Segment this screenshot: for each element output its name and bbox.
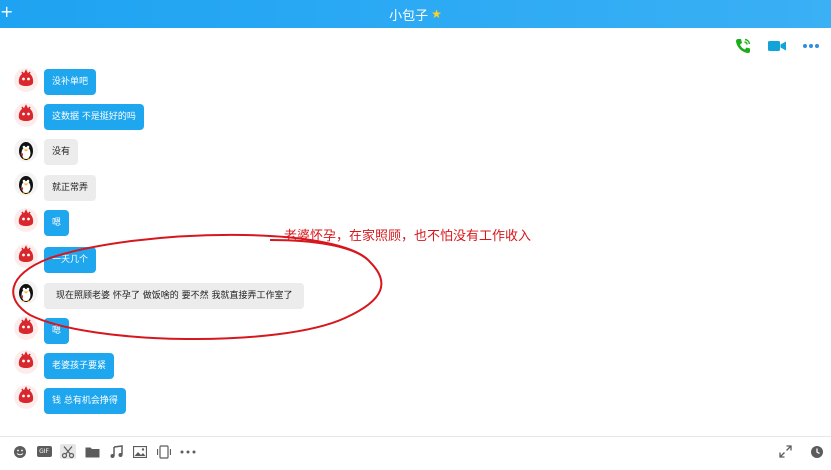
more-horizontal-icon[interactable]	[180, 444, 196, 459]
red-character-avatar[interactable]	[14, 244, 38, 268]
input-toolbar: GIF	[0, 436, 831, 465]
title-bar: + 小包子 ★	[0, 0, 831, 28]
penguin-avatar[interactable]	[14, 280, 38, 304]
message-bubble[interactable]: 现在照顾老婆 怀孕了 做饭啥的 要不然 我就直接弄工作室了	[44, 283, 305, 309]
more-dots-icon[interactable]	[801, 37, 821, 55]
toolbar-right	[777, 444, 825, 459]
message-bubble[interactable]: 这数据 不是挺好的吗	[44, 104, 144, 130]
message-bubble[interactable]: 老婆孩子要紧	[44, 353, 115, 379]
folder-icon[interactable]	[84, 444, 100, 459]
red-character-avatar[interactable]	[14, 208, 38, 232]
image-icon[interactable]	[132, 444, 148, 459]
emoji-icon[interactable]	[12, 444, 28, 459]
red-character-avatar[interactable]	[14, 350, 38, 374]
video-camera-icon[interactable]	[767, 37, 787, 55]
message-bubble[interactable]: 一天几个	[44, 247, 97, 273]
music-icon[interactable]	[108, 444, 124, 459]
message-list: 没补单吧 这数据 不是挺好的吗 没有 就正常弄 嗯 一天几个 现在照顾老婆 怀孕…	[0, 60, 831, 432]
message-bubble[interactable]: 就正常弄	[44, 175, 97, 201]
gif-icon[interactable]: GIF	[36, 444, 52, 459]
red-character-avatar[interactable]	[14, 103, 38, 127]
expand-icon[interactable]	[777, 444, 793, 459]
star-icon: ★	[431, 7, 442, 21]
gif-label: GIF	[36, 446, 52, 457]
red-character-avatar[interactable]	[14, 68, 38, 92]
phone-icon[interactable]	[733, 37, 753, 55]
message-bubble[interactable]: 嗯	[44, 318, 70, 344]
red-character-avatar[interactable]	[14, 385, 38, 409]
scissors-icon[interactable]	[60, 444, 76, 459]
annotation-text: 老婆怀孕，在家照顾，也不怕没有工作收入	[284, 229, 532, 244]
red-character-avatar[interactable]	[14, 316, 38, 340]
screen-share-icon[interactable]	[156, 444, 172, 459]
message-bubble[interactable]: 嗯	[44, 210, 70, 236]
message-bubble[interactable]: 没有	[44, 139, 79, 165]
message-bubble[interactable]: 钱 总有机会挣得	[44, 388, 126, 414]
chat-actions	[733, 36, 821, 56]
title-container: 小包子 ★	[0, 0, 831, 28]
penguin-avatar[interactable]	[14, 172, 38, 196]
toolbar-left: GIF	[12, 444, 196, 459]
penguin-avatar[interactable]	[14, 138, 38, 162]
window-title: 小包子	[389, 8, 429, 24]
clock-history-icon[interactable]	[809, 444, 825, 459]
message-bubble[interactable]: 没补单吧	[44, 69, 97, 95]
